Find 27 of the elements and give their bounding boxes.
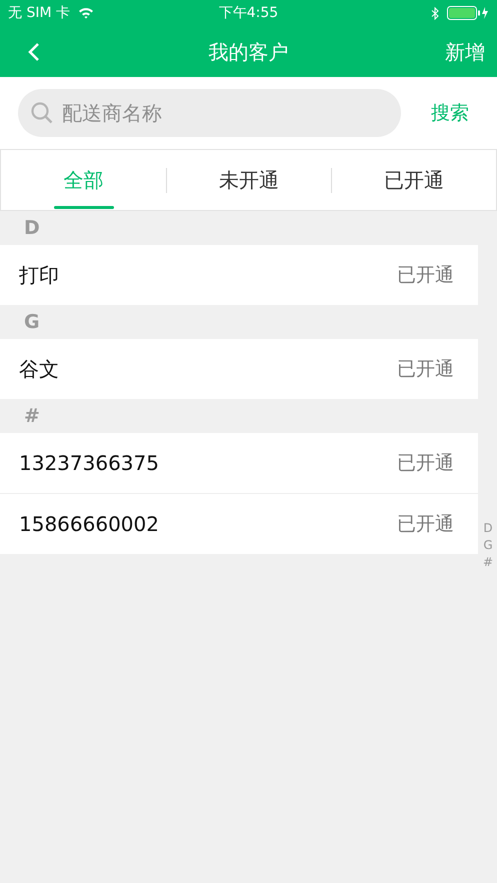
back-icon [28, 42, 40, 62]
customer-status: 已开通 [397, 512, 454, 537]
bluetooth-icon [431, 6, 439, 20]
customer-row[interactable]: 打印 已开通 [0, 245, 478, 305]
customer-row[interactable]: 13237366375 已开通 [0, 433, 478, 493]
customer-status: 已开通 [397, 262, 454, 288]
section-letter: # [24, 404, 40, 429]
customer-name: 15866660002 [19, 511, 159, 538]
page-title: 我的客户 [208, 38, 288, 66]
filter-tab[interactable]: 已开通 [332, 150, 496, 210]
customer-name: 谷文 [19, 356, 59, 383]
customer-status: 已开通 [397, 356, 454, 382]
filter-tab[interactable]: 未开通 [167, 150, 331, 210]
section-letter: G [24, 310, 40, 335]
section-letter: D [24, 216, 40, 241]
battery-icon [447, 6, 489, 20]
search-icon [30, 101, 54, 125]
customer-row[interactable]: 谷文 已开通 [0, 339, 478, 399]
customer-name: 打印 [19, 262, 59, 289]
clock-text: 下午4:55 [218, 4, 278, 22]
wifi-icon [78, 7, 94, 19]
customer-row[interactable]: 15866660002 已开通 [0, 494, 478, 554]
carrier-text: 无 SIM 卡 [8, 4, 70, 22]
customer-status: 已开通 [397, 450, 454, 476]
search-field[interactable]: 配送商名称 [18, 89, 401, 137]
customer-name: 13237366375 [19, 450, 159, 477]
tab-underline [54, 206, 114, 209]
